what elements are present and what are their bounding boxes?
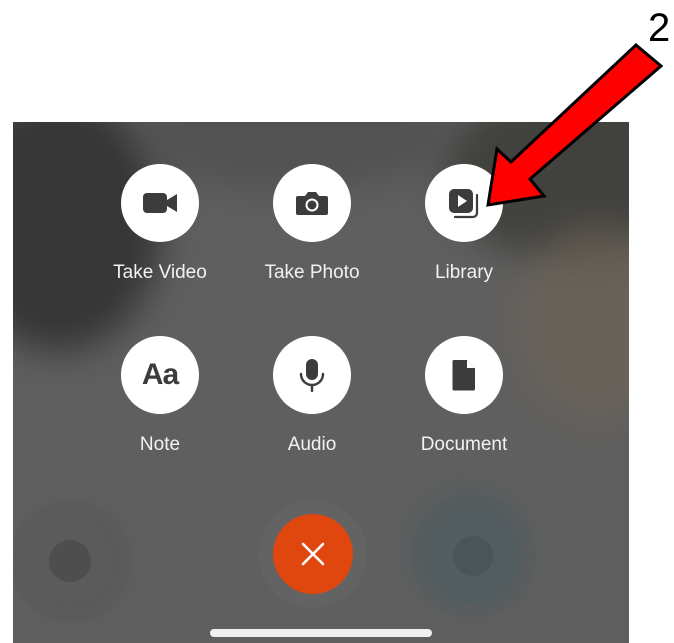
background-button-ghost (453, 536, 493, 576)
take-video-button[interactable]: Take Video (85, 164, 235, 284)
take-video-icon-circle[interactable] (121, 164, 199, 242)
document-button[interactable]: Document (389, 336, 539, 456)
take-video-label: Take Video (113, 262, 207, 283)
library-icon-circle[interactable] (425, 164, 503, 242)
document-icon (452, 360, 475, 391)
take-photo-icon-circle[interactable] (273, 164, 351, 242)
text-note-icon: Aa (141, 358, 179, 391)
note-button[interactable]: Aa Note (85, 336, 235, 456)
video-camera-icon (143, 193, 177, 213)
add-content-menu: Take Video Take Photo Library Aa Note Au… (13, 122, 629, 643)
background-button-ghost (49, 540, 91, 582)
take-photo-label: Take Photo (264, 262, 360, 283)
library-label: Library (434, 262, 494, 283)
take-photo-button[interactable]: Take Photo (237, 164, 387, 284)
media-library-icon (449, 189, 479, 219)
home-indicator[interactable] (210, 629, 432, 637)
note-icon-circle[interactable]: Aa (121, 336, 199, 414)
note-label: Note (139, 434, 181, 455)
document-icon-circle[interactable] (425, 336, 503, 414)
screenshot-page: 2 Take Video Take Photo Library Aa Note … (0, 0, 674, 643)
document-label: Document (420, 434, 508, 455)
audio-button[interactable]: Audio (237, 336, 387, 456)
camera-icon (296, 192, 328, 215)
close-icon (301, 542, 325, 566)
audio-label: Audio (287, 434, 337, 455)
library-button[interactable]: Library (389, 164, 539, 284)
close-button[interactable] (273, 514, 353, 594)
annotation-step-number: 2 (648, 6, 671, 50)
audio-icon-circle[interactable] (273, 336, 351, 414)
microphone-icon (299, 359, 325, 393)
